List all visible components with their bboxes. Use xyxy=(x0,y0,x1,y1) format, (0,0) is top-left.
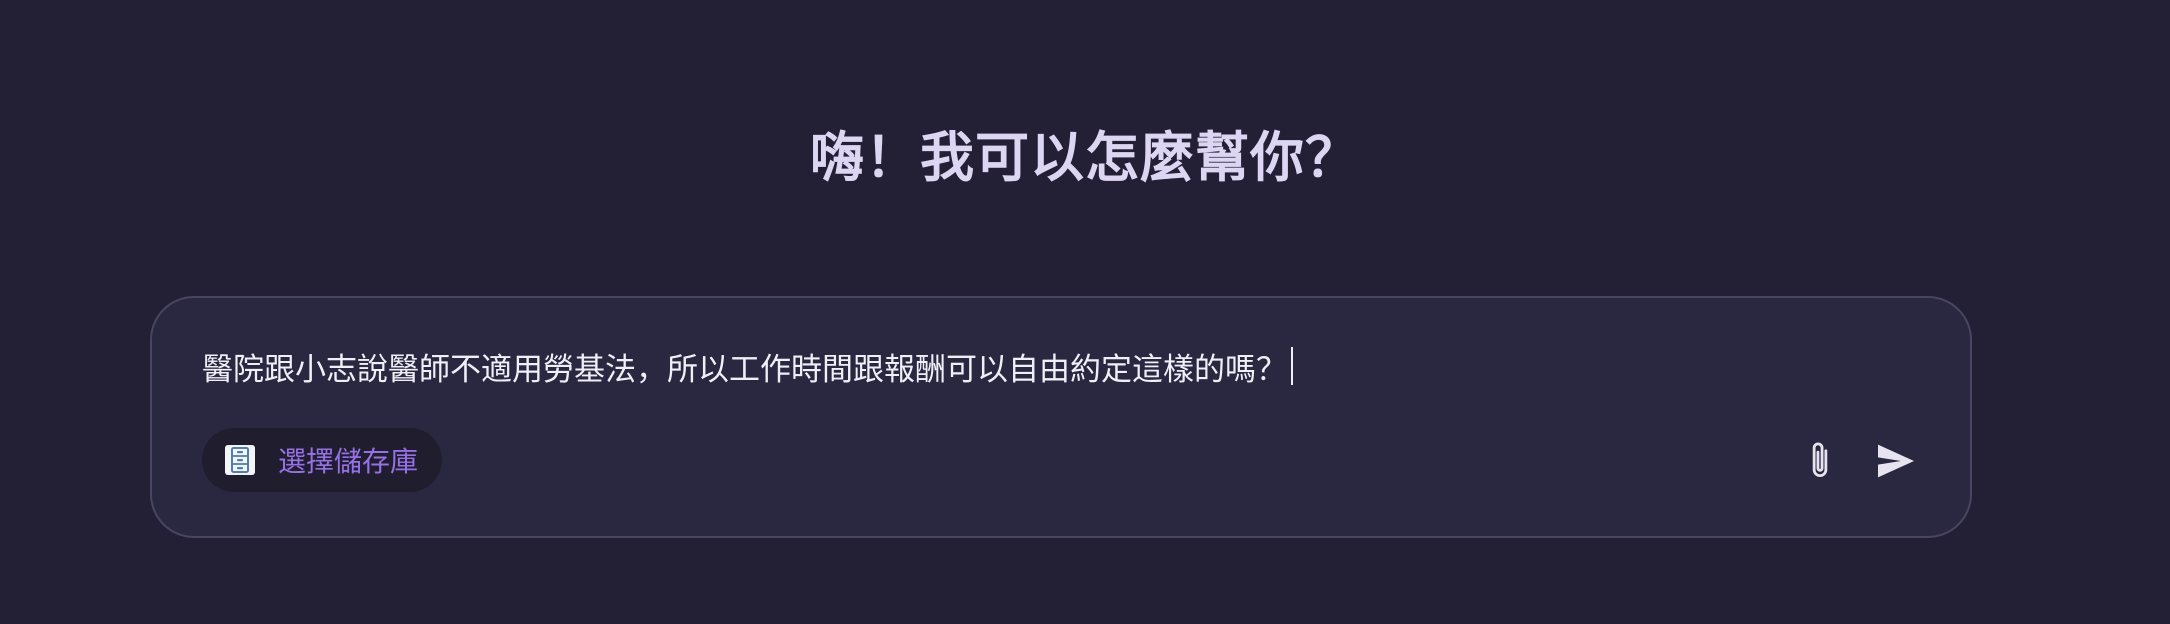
send-button[interactable] xyxy=(1870,435,1922,487)
message-input-text: 醫院跟小志說醫師不適用勞基法，所以工作時間跟報酬可以自由約定這樣的嗎？ xyxy=(202,351,1287,388)
select-repository-label: 選擇儲存庫 xyxy=(278,445,419,478)
paperclip-icon xyxy=(1812,442,1828,478)
page-title: 嗨！我可以怎麼幫你？ xyxy=(810,126,1360,189)
text-cursor xyxy=(1291,347,1293,385)
select-repository-button[interactable]: 選擇儲存庫 xyxy=(202,428,443,492)
attach-file-button[interactable] xyxy=(1794,435,1846,487)
file-cabinet-icon xyxy=(225,445,255,475)
send-icon xyxy=(1878,444,1914,478)
chat-composer: 醫院跟小志說醫師不適用勞基法，所以工作時間跟報酬可以自由約定這樣的嗎？ 選擇儲存… xyxy=(150,296,1972,538)
message-input[interactable]: 醫院跟小志說醫師不適用勞基法，所以工作時間跟報酬可以自由約定這樣的嗎？ xyxy=(202,338,1293,394)
